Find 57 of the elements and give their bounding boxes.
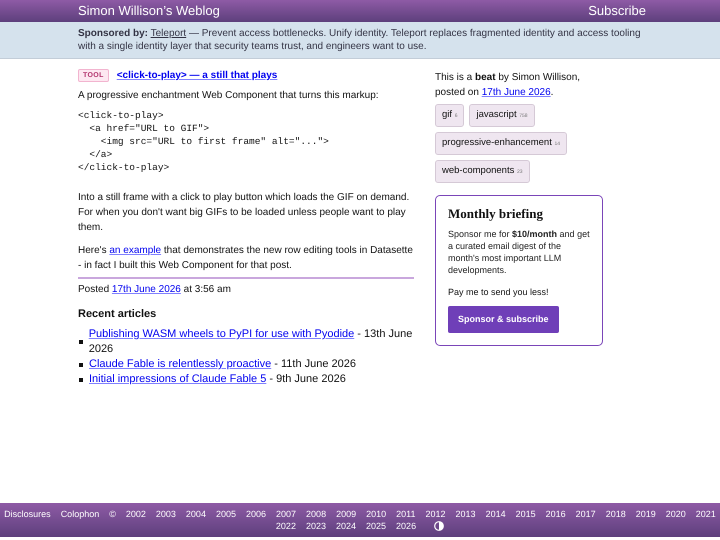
contrast-icon[interactable]: [434, 521, 444, 531]
footer-link[interactable]: ©: [109, 508, 116, 520]
footer-link[interactable]: 2012: [426, 508, 446, 520]
footer-link[interactable]: 2006: [246, 508, 266, 520]
footer-link[interactable]: 2011: [396, 508, 416, 520]
footer-link[interactable]: 2003: [156, 508, 176, 520]
subscribe-link[interactable]: Subscribe: [588, 1, 646, 21]
posted-date-link[interactable]: 17th June 2026: [112, 284, 181, 295]
recent-heading: Recent articles: [78, 307, 158, 322]
briefing-text: Sponsor me for $10/month and get a curated email digest of the month's most important LLM developments.: [448, 228, 590, 276]
sponsor-text: Sponsored by: Teleport — Prevent access bottlenecks. Unify identity. Teleport replaces fragmented identity and access tooling with a single identity layer that security teams trust, and engineers want to use.: [78, 27, 642, 53]
article-link[interactable]: Initial impressions of Claude Fable 5: [89, 373, 266, 385]
post-title-link[interactable]: <click-to-play> — a still that plays: [116, 68, 278, 83]
footer-link[interactable]: 2007: [276, 508, 296, 520]
description-text: Into a still frame with a click to play button which loads the GIF on demand. For when you don't want big GIFs to be loaded unless people want to play them.: [78, 191, 410, 235]
footer-link[interactable]: 2026: [396, 520, 416, 532]
briefing-note: Pay me to send you less!: [448, 286, 550, 298]
recent-article: Initial impressions of Claude Fable 5 - 9th June 2026: [89, 372, 346, 387]
posted-text: Posted 17th June 2026 at 3:56 am: [78, 283, 232, 297]
sponsor-subscribe-button[interactable]: Sponsor & subscribe: [448, 306, 559, 333]
footer-link[interactable]: 2023: [306, 520, 326, 532]
recent-article: Publishing WASM wheels to PyPI for use with Pyodide - 13th June 2026: [88, 327, 414, 357]
bullet-icon: [79, 362, 83, 366]
bullet-icon: [79, 378, 83, 382]
bullet-icon: [79, 340, 83, 344]
footer-link[interactable]: 2015: [516, 508, 536, 520]
intro-text: A progressive enchantment Web Component that turns this markup:: [78, 89, 380, 103]
footer-link[interactable]: 2017: [576, 508, 596, 520]
footer-link[interactable]: Colophon: [60, 508, 100, 520]
beat-text: This is a beat by Simon Willison, posted on 17th June 2026.: [435, 71, 582, 100]
footer-link[interactable]: Disclosures: [4, 508, 51, 520]
footer-link[interactable]: 2008: [306, 508, 326, 520]
footer-link[interactable]: 2018: [606, 508, 626, 520]
briefing-title: Monthly briefing: [448, 206, 544, 222]
footer-link[interactable]: 2025: [366, 520, 386, 532]
footer-link[interactable]: 2002: [126, 508, 146, 520]
article-link[interactable]: Publishing WASM wheels to PyPI for use with Pyodide: [88, 328, 354, 340]
example-text: Here's an example that demonstrates the new row editing tools in Datasette - in fact I built this Web Component for that post.: [78, 244, 414, 273]
footer-link[interactable]: 2016: [546, 508, 566, 520]
footer-link[interactable]: 2004: [186, 508, 206, 520]
footer-link[interactable]: 2024: [336, 520, 356, 532]
footer-link[interactable]: 2014: [486, 508, 506, 520]
footer-link[interactable]: 2010: [366, 508, 386, 520]
beat-date-link[interactable]: 17th June 2026: [482, 87, 551, 98]
footer-link[interactable]: 2019: [636, 508, 656, 520]
footer-link[interactable]: 2020: [666, 508, 686, 520]
article-link[interactable]: Claude Fable is relentlessly proactive: [89, 358, 272, 370]
footer-link[interactable]: 2021: [696, 508, 716, 520]
footer-link[interactable]: 2013: [456, 508, 476, 520]
site-title[interactable]: Simon Willison’s Weblog: [78, 1, 220, 21]
code-snippet: <click-to-play> <a href="URL to GIF"> <img src="URL to first frame" alt="..."> </a> </click-to-play>: [78, 109, 330, 174]
footer-link[interactable]: 2022: [276, 520, 296, 532]
sponsor-link[interactable]: Teleport: [150, 28, 186, 39]
example-link[interactable]: an example: [109, 245, 162, 256]
recent-article: Claude Fable is relentlessly proactive - 11th June 2026: [89, 357, 356, 372]
footer-link[interactable]: 2005: [216, 508, 236, 520]
footer-link[interactable]: 2009: [336, 508, 356, 520]
